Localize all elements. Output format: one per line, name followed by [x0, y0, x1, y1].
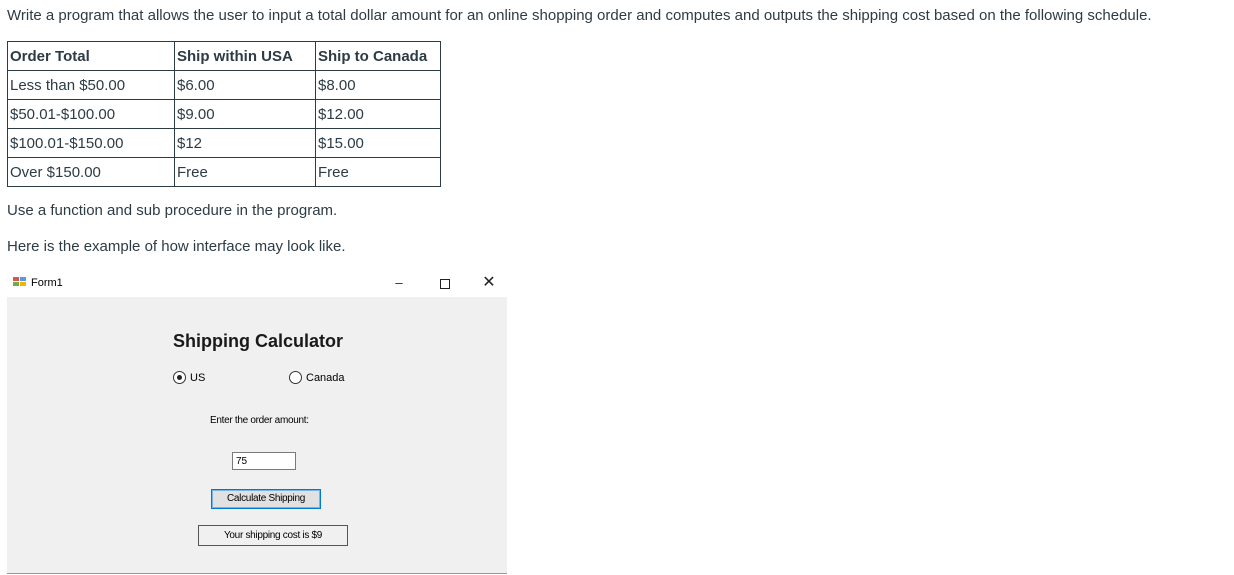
form-heading: Shipping Calculator: [173, 331, 344, 351]
calculate-shipping-button[interactable]: Calculate Shipping: [211, 489, 321, 509]
cell-order-total: $50.01-$100.00: [7, 99, 175, 129]
cell-ship-canada: $8.00: [315, 70, 441, 100]
cell-ship-canada: Free: [315, 157, 441, 187]
cell-order-total: Over $150.00: [7, 157, 175, 187]
maximize-button[interactable]: [425, 271, 465, 295]
result-label: Your shipping cost is $9: [198, 525, 348, 546]
header-ship-usa: Ship within USA: [174, 41, 316, 71]
cell-ship-canada: $12.00: [315, 99, 441, 129]
radio-canada-indicator[interactable]: [289, 371, 302, 384]
header-order-total: Order Total: [7, 41, 175, 71]
table-row: $100.01-$150.00 $12 $15.00: [7, 128, 441, 158]
header-ship-canada: Ship to Canada: [315, 41, 441, 71]
form-client-area: Shipping Calculator US Canada Enter the …: [7, 297, 507, 574]
amount-prompt: Enter the order amount:: [210, 415, 309, 426]
function-note: Use a function and sub procedure in the …: [7, 202, 338, 219]
form-window-title: Form1: [31, 277, 63, 289]
table-header-row: Order Total Ship within USA Ship to Cana…: [7, 41, 441, 71]
cell-ship-usa: $9.00: [174, 99, 316, 129]
radio-canada-label: Canada: [306, 371, 345, 384]
form-titlebar: Form1 – ✕: [7, 271, 507, 295]
table-row: Less than $50.00 $6.00 $8.00: [7, 70, 441, 100]
shipping-schedule-table: Order Total Ship within USA Ship to Cana…: [7, 41, 441, 187]
table-row: Over $150.00 Free Free: [7, 157, 441, 187]
cell-ship-usa: Free: [174, 157, 316, 187]
cell-ship-canada: $15.00: [315, 128, 441, 158]
close-button[interactable]: ✕: [469, 271, 509, 295]
example-note: Here is the example of how interface may…: [7, 238, 346, 255]
cell-order-total: $100.01-$150.00: [7, 128, 175, 158]
cell-ship-usa: $6.00: [174, 70, 316, 100]
cell-order-total: Less than $50.00: [7, 70, 175, 100]
maximize-icon: [440, 278, 450, 289]
radio-us-indicator[interactable]: [173, 371, 186, 384]
instructions-intro: Write a program that allows the user to …: [7, 7, 1152, 24]
radio-us[interactable]: US: [173, 371, 205, 384]
minimize-button[interactable]: –: [379, 271, 419, 295]
radio-us-label: US: [190, 371, 206, 384]
form-app-icon: [13, 277, 26, 287]
amount-input[interactable]: 75: [232, 452, 296, 470]
cell-ship-usa: $12: [174, 128, 316, 158]
table-row: $50.01-$100.00 $9.00 $12.00: [7, 99, 441, 129]
radio-canada[interactable]: Canada: [289, 371, 345, 384]
